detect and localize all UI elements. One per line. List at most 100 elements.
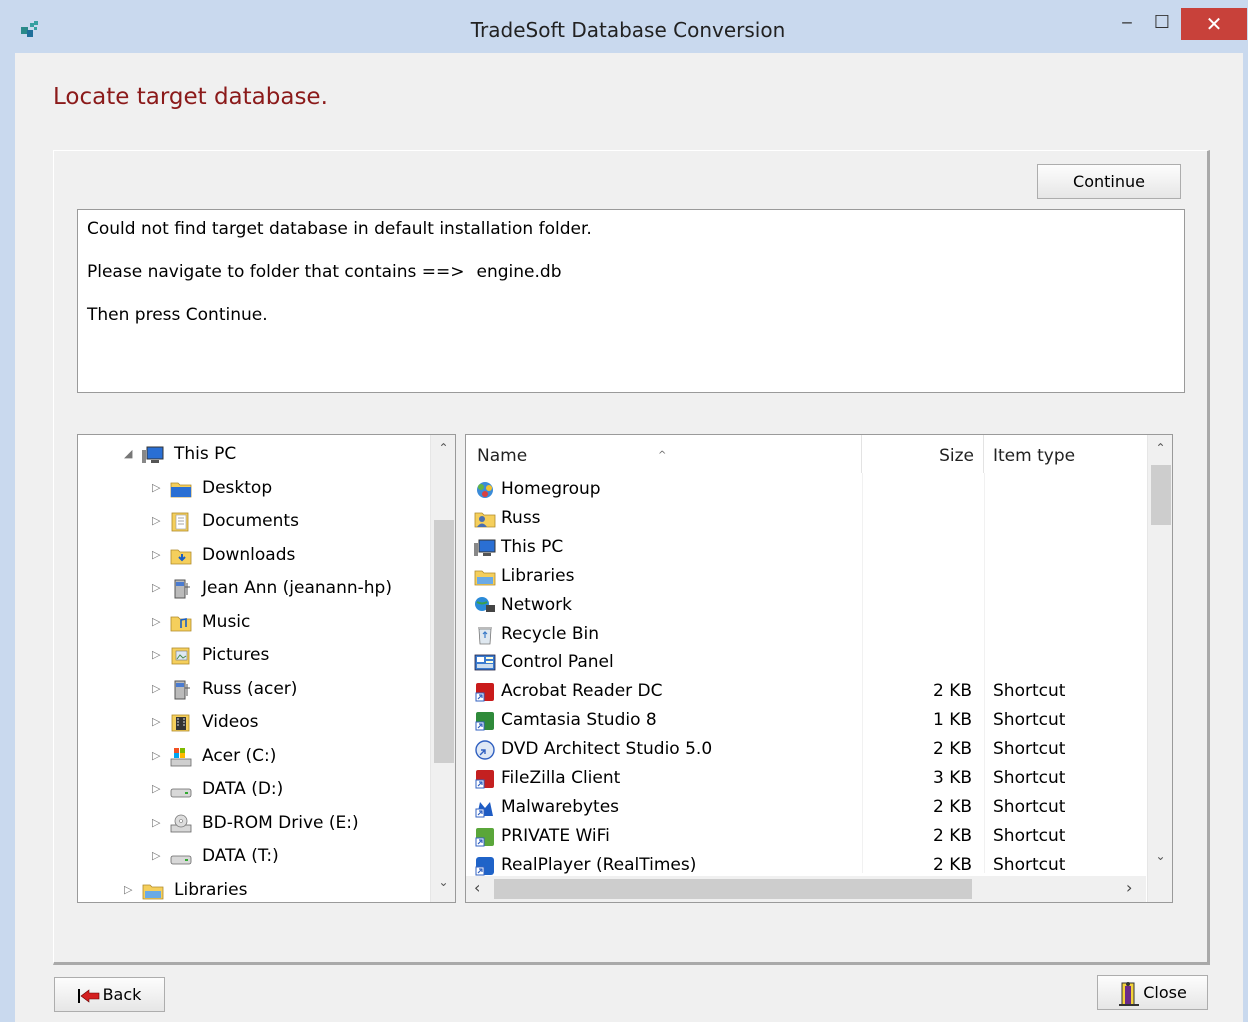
tree-item-label: Russ (acer) xyxy=(202,678,298,699)
list-item[interactable]: DVD Architect Studio 5.0 2 KB Shortcut xyxy=(466,735,1146,764)
list-scroll-thumb[interactable] xyxy=(1151,465,1171,525)
tree-item[interactable]: ▷ Music xyxy=(78,607,428,637)
list-item[interactable]: Russ xyxy=(466,504,1146,533)
back-arrow-icon xyxy=(77,988,99,1003)
back-button[interactable]: Back xyxy=(54,977,165,1012)
expand-arrow-icon[interactable]: ▷ xyxy=(124,875,136,903)
tree-item-label: Desktop xyxy=(202,477,273,498)
tree-item[interactable]: ▷ Documents xyxy=(78,506,428,536)
tree-item[interactable]: ▷ Pictures xyxy=(78,640,428,670)
list-item[interactable]: This PC xyxy=(466,533,1146,562)
desktop-folder-icon xyxy=(170,479,192,499)
tree-item-label: Documents xyxy=(202,511,299,531)
tree-item-label: Libraries xyxy=(174,879,248,900)
tree-item[interactable]: ▷ BD-ROM Drive (E:) xyxy=(78,808,428,838)
expand-arrow-icon[interactable]: ▷ xyxy=(152,506,164,536)
libraries-icon xyxy=(142,881,164,901)
list-item-type: Shortcut xyxy=(993,710,1066,731)
music-folder-icon xyxy=(170,613,192,633)
expand-arrow-icon[interactable]: ▷ xyxy=(152,640,164,670)
message-box: Could not find target database in defaul… xyxy=(77,209,1185,393)
tree-item[interactable]: ▷ Acer (C:) xyxy=(78,741,428,771)
list-item-name: Acrobat Reader DC xyxy=(501,681,663,702)
column-header-type[interactable]: Item type xyxy=(984,435,1146,473)
column-header-name[interactable]: Name ^ xyxy=(466,435,862,473)
tree-item[interactable]: ▷ DATA (D:) xyxy=(78,774,428,804)
list-item[interactable]: FileZilla Client 3 KB Shortcut xyxy=(466,764,1146,793)
videos-folder-icon xyxy=(170,713,192,733)
list-item[interactable]: Recycle Bin xyxy=(466,620,1146,649)
list-item-name: Camtasia Studio 8 xyxy=(501,710,657,731)
tree-scroll-thumb[interactable] xyxy=(434,520,454,763)
expand-arrow-icon[interactable]: ▷ xyxy=(152,707,164,737)
app-window: TradeSoft Database Conversion ‒ ☐ ✕ Loca… xyxy=(0,0,1248,1022)
expand-arrow-icon[interactable]: ▷ xyxy=(152,741,164,771)
expand-arrow-icon[interactable]: ▷ xyxy=(152,774,164,804)
tree-item[interactable]: ▷ DATA (T:) xyxy=(78,841,428,871)
tree-item[interactable]: ◢ This PC xyxy=(78,439,428,469)
expand-arrow-icon[interactable]: ▷ xyxy=(152,540,164,570)
tree-item[interactable]: ▷ Jean Ann (jeanann-hp) xyxy=(78,573,428,603)
tree-item-label: DATA (D:) xyxy=(202,779,284,799)
list-item[interactable]: Acrobat Reader DC 2 KB Shortcut xyxy=(466,677,1146,706)
tree-item[interactable]: ▷ Downloads xyxy=(78,540,428,570)
private-wifi-shortcut-icon xyxy=(474,827,496,847)
close-button-label: Close xyxy=(1143,983,1187,1002)
tree-vertical-scrollbar[interactable]: ⌃ ⌄ xyxy=(430,435,455,902)
back-button-label: Back xyxy=(102,985,142,1004)
tree-item-label: Downloads xyxy=(202,544,296,565)
tree-item-label: Acer (C:) xyxy=(202,745,277,766)
expand-arrow-icon[interactable]: ▷ xyxy=(152,674,164,704)
scroll-left-icon[interactable]: ‹ xyxy=(474,878,480,897)
downloads-folder-icon xyxy=(170,546,192,566)
list-horizontal-scrollbar[interactable]: ‹ › xyxy=(466,876,1146,902)
scroll-right-icon[interactable]: › xyxy=(1126,878,1132,897)
tree-item[interactable]: ▷ Desktop xyxy=(78,473,428,503)
list-item[interactable]: Libraries xyxy=(466,562,1146,591)
minimize-button[interactable]: ‒ xyxy=(1112,8,1142,38)
user-folder-icon xyxy=(474,509,496,529)
title-bar[interactable]: TradeSoft Database Conversion ‒ ☐ ✕ xyxy=(0,0,1248,53)
collapse-arrow-icon[interactable]: ◢ xyxy=(124,439,136,469)
scroll-up-icon[interactable]: ⌃ xyxy=(431,441,455,455)
list-item[interactable]: PRIVATE WiFi 2 KB Shortcut xyxy=(466,822,1146,851)
maximize-button[interactable]: ☐ xyxy=(1147,8,1177,38)
tree-item[interactable]: ▷ Videos xyxy=(78,707,428,737)
expand-arrow-icon[interactable]: ▷ xyxy=(152,841,164,871)
list-item[interactable]: Malwarebytes 2 KB Shortcut xyxy=(466,793,1146,822)
list-item-name: Russ xyxy=(501,507,541,528)
list-item-name: Recycle Bin xyxy=(501,623,600,644)
scroll-down-icon[interactable]: ⌄ xyxy=(1148,849,1172,863)
dvd-architect-shortcut-icon xyxy=(474,740,496,760)
computer-icon xyxy=(474,538,496,558)
list-item[interactable]: Network xyxy=(466,591,1146,620)
close-button[interactable]: Close xyxy=(1097,975,1208,1010)
tree-item-label: BD-ROM Drive (E:) xyxy=(202,812,359,833)
tree-item[interactable]: ▷ Libraries xyxy=(78,875,428,903)
network-user-icon xyxy=(170,680,192,700)
network-user-icon xyxy=(170,579,192,599)
folder-tree[interactable]: ◢ This PC ▷ Desktop ▷ Documents ▷ Downloads ▷ Jea… xyxy=(77,434,456,903)
list-item[interactable]: Camtasia Studio 8 1 KB Shortcut xyxy=(466,706,1146,735)
expand-arrow-icon[interactable]: ▷ xyxy=(152,573,164,603)
expand-arrow-icon[interactable]: ▷ xyxy=(152,473,164,503)
list-vertical-scrollbar[interactable]: ⌃ ⌄ xyxy=(1147,435,1172,902)
list-item[interactable]: Control Panel xyxy=(466,648,1146,677)
list-hscroll-thumb[interactable] xyxy=(494,879,972,899)
tree-item[interactable]: ▷ Russ (acer) xyxy=(78,674,428,704)
homegroup-icon xyxy=(474,480,496,500)
close-window-button[interactable]: ✕ xyxy=(1181,8,1247,40)
column-header-label: Item type xyxy=(993,446,1076,466)
continue-button[interactable]: Continue xyxy=(1037,164,1181,199)
network-icon xyxy=(474,596,496,616)
scroll-up-icon[interactable]: ⌃ xyxy=(1148,441,1172,455)
file-list[interactable]: Name ^ Size Item type Homegroup Russ This … xyxy=(465,434,1173,903)
tree-item-label: Pictures xyxy=(202,645,270,665)
expand-arrow-icon[interactable]: ▷ xyxy=(152,808,164,838)
expand-arrow-icon[interactable]: ▷ xyxy=(152,607,164,637)
scroll-down-icon[interactable]: ⌄ xyxy=(431,875,455,889)
list-item[interactable]: Homegroup xyxy=(466,475,1146,504)
list-item-name: PRIVATE WiFi xyxy=(501,825,610,846)
list-item-name: This PC xyxy=(501,536,564,557)
column-header-size[interactable]: Size xyxy=(862,435,984,473)
